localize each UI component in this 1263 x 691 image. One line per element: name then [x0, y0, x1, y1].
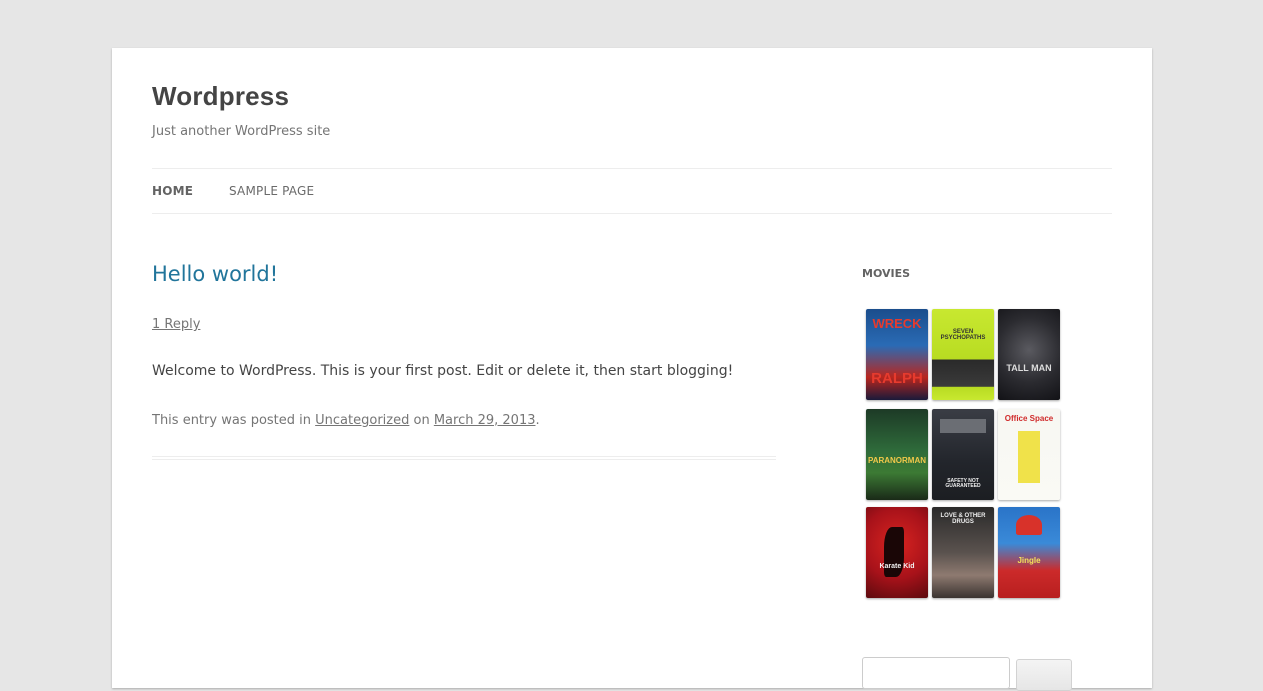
movie-poster-grid: WRECK RALPH SEVEN PSYCHOPATHS TALL MAN P…: [866, 309, 1066, 609]
post-divider: [152, 456, 776, 460]
poster-title-text: PARANORMAN: [867, 456, 927, 465]
search-input[interactable]: [862, 657, 1010, 689]
poster-office-space[interactable]: Office Space: [998, 409, 1060, 500]
poster-jingle-all-the-way[interactable]: Jingle: [998, 507, 1060, 598]
meta-suffix: .: [535, 413, 540, 428]
poster-title-text: RALPH: [871, 370, 923, 387]
poster-tall-man[interactable]: TALL MAN: [998, 309, 1060, 400]
reply-link[interactable]: 1 Reply: [152, 317, 200, 332]
nav-item-home[interactable]: HOME: [152, 184, 193, 198]
site-description: Just another WordPress site: [152, 124, 331, 139]
poster-title-text: Office Space: [1004, 414, 1054, 423]
site-title[interactable]: Wordpress: [152, 81, 289, 112]
meta-prefix: This entry was posted in: [152, 413, 316, 428]
poster-title-text: WRECK: [872, 316, 922, 331]
meta-on: on: [409, 413, 434, 428]
poster-safety-not-guaranteed[interactable]: SAFETY NOT GUARANTEED: [932, 409, 994, 500]
nav-item-sample-page[interactable]: SAMPLE PAGE: [229, 184, 314, 198]
poster-karate-kid[interactable]: Karate Kid: [866, 507, 928, 598]
post-title[interactable]: Hello world!: [152, 262, 278, 286]
widget-title-movies: MOVIES: [862, 267, 911, 280]
poster-seven-psychopaths[interactable]: SEVEN PSYCHOPATHS: [932, 309, 994, 400]
category-link[interactable]: Uncategorized: [315, 413, 409, 428]
poster-paranorman[interactable]: PARANORMAN: [866, 409, 928, 500]
poster-figure: [1018, 431, 1040, 483]
search-button[interactable]: [1016, 659, 1072, 691]
poster-title-text: TALL MAN: [1006, 363, 1052, 373]
poster-ad-block: [940, 419, 986, 433]
poster-wreck-it-ralph[interactable]: WRECK RALPH: [866, 309, 928, 400]
poster-title-text: Karate Kid: [879, 563, 915, 570]
date-link[interactable]: March 29, 2013: [434, 413, 536, 428]
poster-title-text: SEVEN PSYCHOPATHS: [940, 329, 986, 341]
main-navigation: HOME SAMPLE PAGE: [152, 168, 1112, 214]
post-content: Welcome to WordPress. This is your first…: [152, 363, 734, 379]
poster-love-other-drugs[interactable]: LOVE & OTHER DRUGS: [932, 507, 994, 598]
page-container: Wordpress Just another WordPress site HO…: [112, 48, 1152, 691]
poster-title-text: LOVE & OTHER DRUGS: [940, 513, 986, 525]
entry-meta: This entry was posted in Uncategorized o…: [152, 413, 540, 428]
poster-title-text: SAFETY NOT GUARANTEED: [945, 478, 981, 489]
poster-santa-hat: [1016, 515, 1042, 535]
poster-title-text: Jingle: [1017, 556, 1041, 565]
